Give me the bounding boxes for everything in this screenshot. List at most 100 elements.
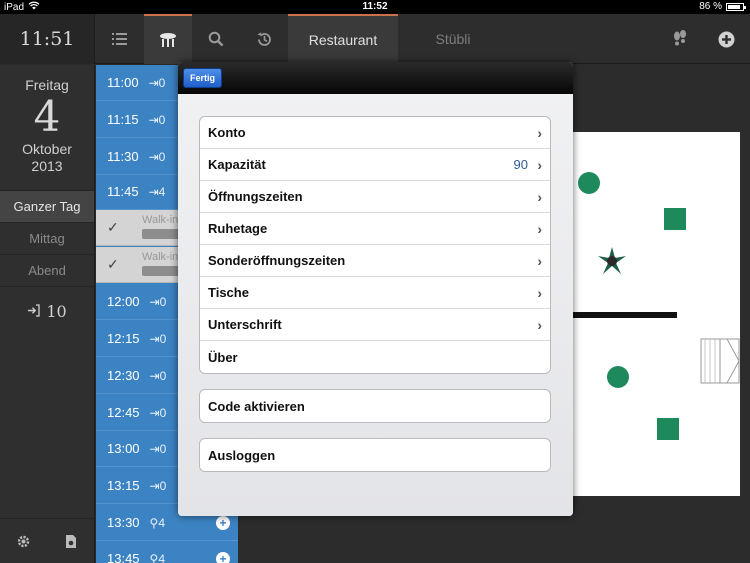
chevron-right-icon: › — [537, 252, 542, 269]
date-display[interactable]: Freitag 4 Oktober 2013 — [0, 65, 94, 190]
guest-count-value: 10 — [46, 302, 67, 321]
chevron-right-icon: › — [537, 284, 542, 301]
row-label: Über — [208, 349, 238, 365]
settings-row-capacity[interactable]: Kapazität 90 › — [200, 149, 550, 181]
staircase-icon — [700, 338, 740, 389]
slot-time: 13:00 — [107, 441, 140, 456]
entry-icon — [27, 302, 40, 321]
slot-time: 12:00 — [107, 294, 140, 309]
filter-evening[interactable]: Abend — [0, 254, 94, 286]
day-number: 4 — [33, 92, 61, 141]
chevron-right-icon: › — [537, 316, 542, 333]
table-square[interactable] — [657, 418, 679, 440]
slot-count: ⇥0 — [148, 112, 166, 127]
slot-count: ⇥0 — [149, 294, 167, 309]
slot-count: ⚲4 — [149, 515, 166, 530]
modal-body: Konto › Kapazität 90 › Öffnungszeiten › … — [178, 94, 573, 516]
slot-time: 11:45 — [107, 184, 139, 199]
row-label: Ausloggen — [208, 447, 276, 463]
status-time: 11:52 — [362, 1, 388, 12]
add-reservation-icon[interactable] — [702, 14, 750, 64]
logout-group: Ausloggen — [199, 438, 551, 472]
activate-code-group: Code aktivieren — [199, 389, 551, 423]
table-round[interactable] — [578, 172, 600, 194]
wall — [565, 312, 677, 318]
slot-time: 11:15 — [107, 112, 139, 127]
history-icon[interactable] — [240, 14, 288, 64]
filter-whole-day[interactable]: Ganzer Tag — [0, 190, 94, 222]
settings-row-special-hours[interactable]: Sonderöffnungszeiten › — [200, 245, 550, 277]
slot-count: ⇥4 — [148, 184, 166, 199]
row-label: Konto — [208, 125, 246, 140]
settings-row-account[interactable]: Konto › — [200, 117, 550, 149]
tab-stuebli[interactable]: Stübli — [398, 14, 508, 64]
settings-modal: Fertig Konto › Kapazität 90 › Öffnungsze… — [178, 62, 573, 516]
guest-count: 10 — [0, 286, 94, 336]
slot-count: ⇥0 — [149, 331, 167, 346]
walk-in-icon[interactable] — [656, 14, 704, 64]
add-to-slot-icon[interactable]: + — [216, 551, 230, 563]
settings-list: Konto › Kapazität 90 › Öffnungszeiten › … — [199, 116, 551, 374]
slot-time: 13:30 — [107, 515, 140, 530]
slot-count: ⇥0 — [149, 478, 167, 493]
row-label: Ruhetage — [208, 221, 268, 236]
logout-button[interactable]: Ausloggen — [200, 439, 550, 471]
slot-count: ⇥0 — [149, 405, 167, 420]
battery-icon — [726, 2, 746, 11]
modal-header: Fertig — [178, 62, 573, 94]
sidebar: Freitag 4 Oktober 2013 Ganzer Tag Mittag… — [0, 65, 95, 563]
chevron-right-icon: › — [537, 156, 542, 173]
table-round[interactable] — [607, 366, 629, 388]
table-view-icon[interactable] — [144, 14, 192, 64]
done-button[interactable]: Fertig — [183, 68, 222, 88]
activate-code-button[interactable]: Code aktivieren — [200, 390, 550, 422]
slot-count: ⇥0 — [149, 368, 167, 383]
battery-percent: 86 % — [699, 1, 722, 12]
report-icon[interactable] — [48, 519, 96, 563]
filter-lunch[interactable]: Mittag — [0, 222, 94, 254]
slot-time: 11:00 — [107, 75, 139, 90]
slot-time: 13:45 — [107, 551, 140, 563]
settings-row-about[interactable]: Über — [200, 341, 550, 373]
settings-row-opening-hours[interactable]: Öffnungszeiten › — [200, 181, 550, 213]
reservation-table-badge — [142, 229, 180, 239]
slot-time: 12:30 — [107, 368, 140, 383]
reservation-name: Walk-in — [142, 251, 179, 263]
top-navigation: 11:51 Restaurant Stübli — [0, 14, 750, 64]
slot-count: ⇥0 — [149, 441, 167, 456]
checkmark-icon: ✓ — [107, 219, 119, 235]
settings-row-signature[interactable]: Unterschrift › — [200, 309, 550, 341]
search-icon[interactable] — [192, 14, 240, 64]
weekday-label: Freitag — [25, 77, 69, 93]
chevron-right-icon: › — [537, 188, 542, 205]
slot-count: ⇥0 — [148, 149, 166, 164]
time-slot[interactable]: 13:45 ⚲4 + — [96, 541, 238, 563]
reservation-name: Walk-in — [142, 214, 179, 226]
list-icon[interactable] — [96, 14, 144, 64]
month-label: Oktober — [22, 141, 72, 157]
slot-time: 12:15 — [107, 331, 140, 346]
row-label: Sonderöffnungszeiten — [208, 253, 346, 268]
plant-icon — [597, 246, 627, 281]
row-label: Kapazität — [208, 157, 266, 172]
slot-count: ⇥0 — [148, 75, 166, 90]
tab-restaurant[interactable]: Restaurant — [288, 14, 398, 64]
slot-time: 12:45 — [107, 405, 140, 420]
settings-icon[interactable] — [0, 519, 48, 563]
table-square[interactable] — [664, 208, 686, 230]
chevron-right-icon: › — [537, 220, 542, 237]
year-label: 2013 — [31, 158, 63, 174]
row-label: Code aktivieren — [208, 398, 305, 414]
checkmark-icon: ✓ — [107, 256, 119, 272]
settings-row-tables[interactable]: Tische › — [200, 277, 550, 309]
add-to-slot-icon[interactable]: + — [216, 515, 230, 530]
row-label: Öffnungszeiten — [208, 189, 303, 204]
settings-row-closed-days[interactable]: Ruhetage › — [200, 213, 550, 245]
slot-time: 13:15 — [107, 478, 140, 493]
row-label: Tische — [208, 285, 249, 300]
clock: 11:51 — [0, 14, 95, 64]
slot-count: ⚲4 — [149, 551, 166, 563]
status-bar: iPad 11:52 86 % — [0, 0, 750, 14]
capacity-value: 90 — [513, 157, 528, 172]
reservation-table-badge — [142, 266, 180, 276]
